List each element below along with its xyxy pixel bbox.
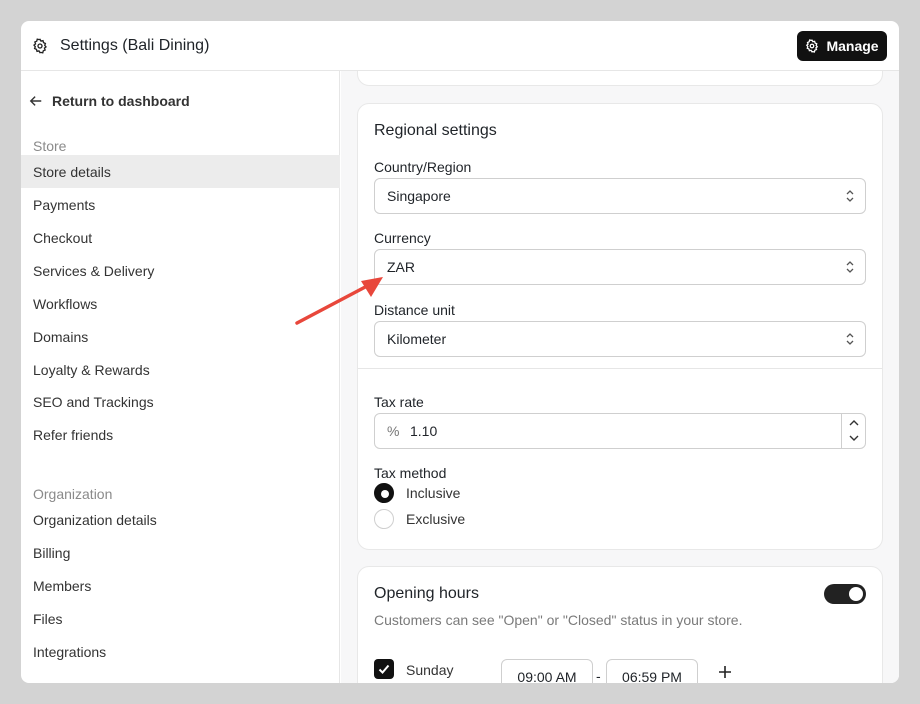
distance-unit-value: Kilometer bbox=[387, 331, 447, 347]
tax-rate-value: 1.10 bbox=[410, 423, 438, 439]
chevron-up-icon[interactable] bbox=[848, 418, 860, 428]
main-content[interactable]: Regional settings Country/Region Singapo… bbox=[341, 71, 899, 683]
return-to-dashboard-link[interactable]: Return to dashboard bbox=[29, 93, 190, 109]
radio-inclusive-label: Inclusive bbox=[406, 485, 461, 501]
tax-method-label: Tax method bbox=[374, 465, 447, 481]
currency-select[interactable]: ZAR bbox=[374, 249, 866, 285]
chevron-updown-icon bbox=[846, 261, 854, 273]
tax-rate-label: Tax rate bbox=[374, 394, 424, 410]
sidebar-item-members[interactable]: Members bbox=[21, 569, 340, 602]
manage-button[interactable]: Manage bbox=[797, 31, 887, 61]
opening-hours-title: Opening hours bbox=[374, 585, 479, 602]
tax-method-inclusive-option[interactable]: Inclusive bbox=[374, 483, 460, 503]
open-time-input[interactable]: 09:00 AM bbox=[501, 659, 593, 683]
radio-exclusive[interactable] bbox=[374, 509, 394, 529]
manage-button-label: Manage bbox=[826, 38, 879, 54]
gear-icon bbox=[33, 38, 47, 54]
sidebar-item-checkout[interactable]: Checkout bbox=[21, 221, 340, 254]
opening-hours-card: Opening hours Customers can see "Open" o… bbox=[357, 566, 883, 683]
sidebar-item-files[interactable]: Files bbox=[21, 602, 340, 635]
arrow-left-icon bbox=[29, 96, 42, 106]
previous-card bbox=[357, 71, 883, 86]
currency-value: ZAR bbox=[387, 259, 415, 275]
sidebar: Return to dashboard Store Store details … bbox=[21, 71, 340, 683]
sidebar-item-integrations[interactable]: Integrations bbox=[21, 635, 340, 668]
opening-hours-description: Customers can see "Open" or "Closed" sta… bbox=[374, 612, 743, 628]
sidebar-item-refer-friends[interactable]: Refer friends bbox=[21, 418, 340, 451]
chevron-updown-icon bbox=[846, 190, 854, 202]
country-region-label: Country/Region bbox=[374, 159, 472, 175]
radio-exclusive-label: Exclusive bbox=[406, 511, 466, 527]
sidebar-item-seo-trackings[interactable]: SEO and Trackings bbox=[21, 385, 340, 418]
country-region-value: Singapore bbox=[387, 188, 451, 204]
currency-label: Currency bbox=[374, 230, 431, 246]
sidebar-item-store-details[interactable]: Store details bbox=[21, 155, 340, 188]
annotation-arrow-icon bbox=[295, 277, 383, 325]
sidebar-item-billing[interactable]: Billing bbox=[21, 536, 340, 569]
sidebar-item-loyalty-rewards[interactable]: Loyalty & Rewards bbox=[21, 353, 340, 386]
return-to-dashboard-label: Return to dashboard bbox=[52, 93, 190, 109]
sidebar-section-store: Store bbox=[33, 138, 67, 154]
tax-rate-stepper[interactable] bbox=[841, 414, 865, 448]
sidebar-item-payments[interactable]: Payments bbox=[21, 188, 340, 221]
sidebar-item-organization-details[interactable]: Organization details bbox=[21, 503, 340, 536]
radio-inclusive[interactable] bbox=[374, 483, 394, 503]
tax-rate-input[interactable]: % 1.10 bbox=[374, 413, 866, 449]
close-time-input[interactable]: 06:59 PM bbox=[606, 659, 698, 683]
gear-icon bbox=[806, 39, 819, 53]
opening-hours-toggle[interactable] bbox=[824, 584, 866, 604]
plus-icon[interactable] bbox=[718, 665, 732, 679]
day-label: Sunday bbox=[406, 662, 454, 678]
regional-settings-card: Regional settings Country/Region Singapo… bbox=[357, 103, 883, 550]
tax-method-exclusive-option[interactable]: Exclusive bbox=[374, 509, 465, 529]
check-icon bbox=[378, 664, 390, 674]
sunday-checkbox[interactable] bbox=[374, 659, 394, 679]
percent-prefix: % bbox=[387, 423, 400, 439]
chevron-updown-icon bbox=[846, 333, 854, 345]
regional-settings-title: Regional settings bbox=[374, 122, 497, 139]
settings-window: Settings (Bali Dining) Manage Return to … bbox=[21, 21, 899, 683]
section-divider bbox=[358, 368, 882, 369]
country-region-select[interactable]: Singapore bbox=[374, 178, 866, 214]
chevron-down-icon[interactable] bbox=[848, 433, 860, 443]
sidebar-section-organization: Organization bbox=[33, 486, 113, 502]
page-title: Settings (Bali Dining) bbox=[60, 37, 210, 54]
distance-unit-select[interactable]: Kilometer bbox=[374, 321, 866, 357]
time-separator: - bbox=[596, 668, 601, 683]
top-bar: Settings (Bali Dining) Manage bbox=[21, 21, 899, 71]
